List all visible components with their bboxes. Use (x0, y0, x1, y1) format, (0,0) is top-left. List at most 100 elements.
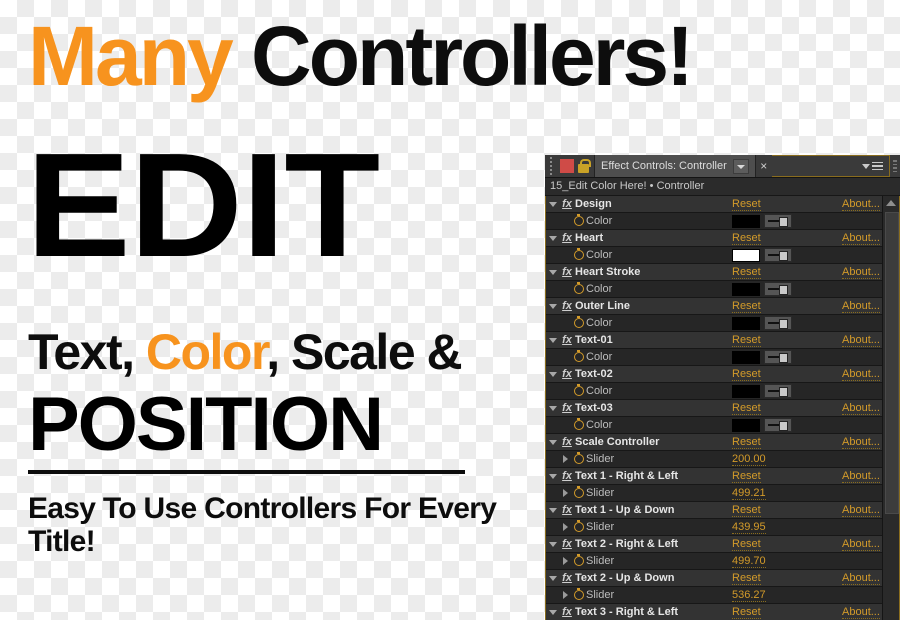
panel-resize-grip-icon[interactable] (890, 155, 900, 177)
property-row[interactable]: Color (546, 349, 883, 366)
color-swatch[interactable] (732, 214, 760, 228)
reset-link[interactable]: Reset (732, 606, 761, 619)
reset-link[interactable]: Reset (732, 198, 761, 211)
color-control[interactable] (732, 282, 792, 296)
about-link[interactable]: About... (842, 368, 880, 381)
about-link[interactable]: About... (842, 436, 880, 449)
reset-link[interactable]: Reset (732, 572, 761, 585)
property-row[interactable]: Color (546, 247, 883, 264)
effect-row[interactable]: fx Text 2 - Up & Down Reset About... (546, 570, 883, 587)
effect-row[interactable]: fx Heart Stroke Reset About... (546, 264, 883, 281)
about-link[interactable]: About... (842, 606, 880, 619)
disclosure-triangle-icon[interactable] (546, 201, 559, 207)
disclosure-triangle-icon[interactable] (546, 609, 559, 615)
property-row[interactable]: Color (546, 383, 883, 400)
disclosure-triangle-icon[interactable] (546, 473, 559, 479)
color-swatch[interactable] (732, 350, 760, 364)
effect-row[interactable]: fx Text 3 - Right & Left Reset About... (546, 604, 883, 620)
about-link[interactable]: About... (842, 232, 880, 245)
color-swatch[interactable] (732, 384, 760, 398)
effect-row[interactable]: fx Text-01 Reset About... (546, 332, 883, 349)
property-row[interactable]: Slider 499.21 (546, 485, 883, 502)
about-link[interactable]: About... (842, 198, 880, 211)
property-row[interactable]: Color (546, 281, 883, 298)
about-link[interactable]: About... (842, 470, 880, 483)
property-row[interactable]: Slider 499.70 (546, 553, 883, 570)
property-row[interactable]: Slider 200.00 (546, 451, 883, 468)
about-link[interactable]: About... (842, 538, 880, 551)
disclosure-triangle-icon[interactable] (546, 269, 559, 275)
color-control[interactable] (732, 384, 792, 398)
color-swatch[interactable] (732, 316, 760, 330)
color-control[interactable] (732, 418, 792, 432)
disclosure-triangle-icon[interactable] (559, 557, 572, 565)
property-row[interactable]: Color (546, 315, 883, 332)
eyedropper-icon[interactable] (764, 214, 792, 228)
vertical-scrollbar[interactable] (882, 196, 899, 620)
panel-drag-grip-icon[interactable] (545, 155, 557, 177)
property-row[interactable]: Color (546, 417, 883, 434)
reset-link[interactable]: Reset (732, 232, 761, 245)
effect-row[interactable]: fx Text 2 - Right & Left Reset About... (546, 536, 883, 553)
color-swatch[interactable] (732, 418, 760, 432)
eyedropper-icon[interactable] (764, 350, 792, 364)
reset-link[interactable]: Reset (732, 436, 761, 449)
disclosure-triangle-icon[interactable] (546, 575, 559, 581)
effect-row[interactable]: fx Text 1 - Up & Down Reset About... (546, 502, 883, 519)
about-link[interactable]: About... (842, 334, 880, 347)
scrollbar-thumb[interactable] (885, 212, 899, 514)
color-swatch[interactable] (732, 282, 760, 296)
eyedropper-icon[interactable] (764, 248, 792, 262)
disclosure-triangle-icon[interactable] (546, 337, 559, 343)
property-row[interactable]: Slider 536.27 (546, 587, 883, 604)
effect-row[interactable]: fx Outer Line Reset About... (546, 298, 883, 315)
slider-value[interactable]: 499.70 (732, 555, 766, 568)
color-control[interactable] (732, 316, 792, 330)
stopwatch-icon[interactable] (572, 486, 586, 498)
stopwatch-icon[interactable] (572, 316, 586, 328)
eyedropper-icon[interactable] (764, 316, 792, 330)
disclosure-triangle-icon[interactable] (546, 371, 559, 377)
disclosure-triangle-icon[interactable] (546, 235, 559, 241)
effect-row[interactable]: fx Text-02 Reset About... (546, 366, 883, 383)
close-icon[interactable]: × (756, 155, 772, 177)
effect-row[interactable]: fx Design Reset About... (546, 196, 883, 213)
disclosure-triangle-icon[interactable] (546, 439, 559, 445)
color-swatch[interactable] (732, 248, 760, 262)
disclosure-triangle-icon[interactable] (546, 541, 559, 547)
reset-link[interactable]: Reset (732, 402, 761, 415)
slider-value[interactable]: 439.95 (732, 521, 766, 534)
slider-value[interactable]: 536.27 (732, 589, 766, 602)
reset-link[interactable]: Reset (732, 300, 761, 313)
stopwatch-icon[interactable] (572, 282, 586, 294)
stopwatch-icon[interactable] (572, 350, 586, 362)
slider-value[interactable]: 200.00 (732, 453, 766, 466)
about-link[interactable]: About... (842, 572, 880, 585)
slider-value[interactable]: 499.21 (732, 487, 766, 500)
chevron-down-icon[interactable] (732, 158, 749, 174)
effect-row[interactable]: fx Text-03 Reset About... (546, 400, 883, 417)
stopwatch-icon[interactable] (572, 520, 586, 532)
reset-link[interactable]: Reset (732, 504, 761, 517)
lock-icon[interactable] (577, 158, 591, 174)
color-control[interactable] (732, 214, 792, 228)
disclosure-triangle-icon[interactable] (559, 523, 572, 531)
about-link[interactable]: About... (842, 300, 880, 313)
reset-link[interactable]: Reset (732, 334, 761, 347)
reset-link[interactable]: Reset (732, 538, 761, 551)
stopwatch-icon[interactable] (572, 418, 586, 430)
color-control[interactable] (732, 350, 792, 364)
stopwatch-icon[interactable] (572, 384, 586, 396)
disclosure-triangle-icon[interactable] (546, 303, 559, 309)
reset-link[interactable]: Reset (732, 368, 761, 381)
scroll-up-arrow-icon[interactable] (883, 196, 899, 210)
eyedropper-icon[interactable] (764, 418, 792, 432)
disclosure-triangle-icon[interactable] (559, 455, 572, 463)
color-control[interactable] (732, 248, 792, 262)
effect-row[interactable]: fx Heart Reset About... (546, 230, 883, 247)
tab-effect-controls[interactable]: Effect Controls: Controller (594, 155, 756, 177)
stopwatch-icon[interactable] (572, 452, 586, 464)
about-link[interactable]: About... (842, 504, 880, 517)
panel-menu-icon[interactable] (862, 161, 883, 171)
eyedropper-icon[interactable] (764, 282, 792, 296)
